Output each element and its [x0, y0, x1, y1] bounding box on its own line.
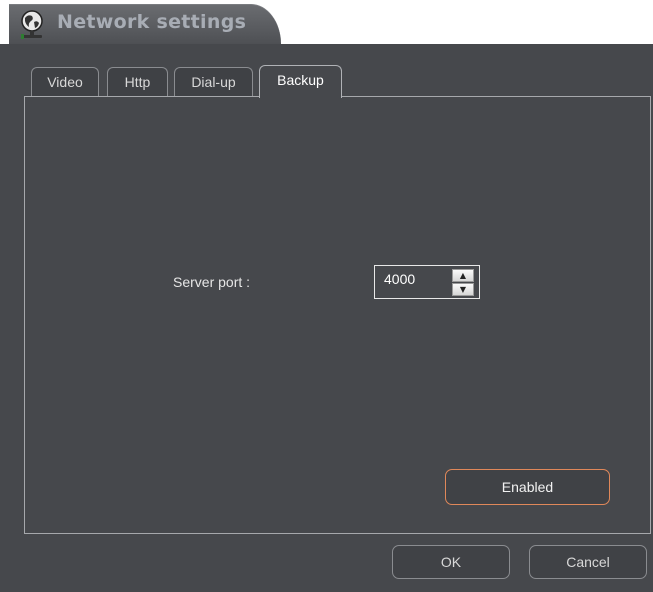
title-bar: Network settings [0, 0, 653, 44]
tab-dial-up[interactable]: Dial-up [174, 67, 253, 96]
tab-backup[interactable]: Backup [259, 65, 342, 98]
spin-up-button[interactable]: ▲ [452, 269, 474, 282]
ok-button[interactable]: OK [392, 545, 510, 579]
title-tab: Network settings [9, 4, 281, 44]
network-settings-window: Network settings Video Http Dial-up Back… [0, 0, 653, 592]
server-port-label: Server port : [173, 274, 251, 290]
cancel-button[interactable]: Cancel [529, 545, 647, 579]
tab-http[interactable]: Http [107, 67, 168, 96]
enabled-button[interactable]: Enabled [445, 469, 610, 505]
spin-down-button[interactable]: ▼ [452, 283, 474, 296]
server-port-input[interactable]: 4000 [384, 271, 415, 287]
tab-video[interactable]: Video [31, 67, 99, 96]
webcam-globe-icon [21, 10, 43, 39]
window-title: Network settings [57, 11, 247, 33]
server-port-spinbox[interactable]: 4000 ▲ ▼ [374, 265, 480, 299]
